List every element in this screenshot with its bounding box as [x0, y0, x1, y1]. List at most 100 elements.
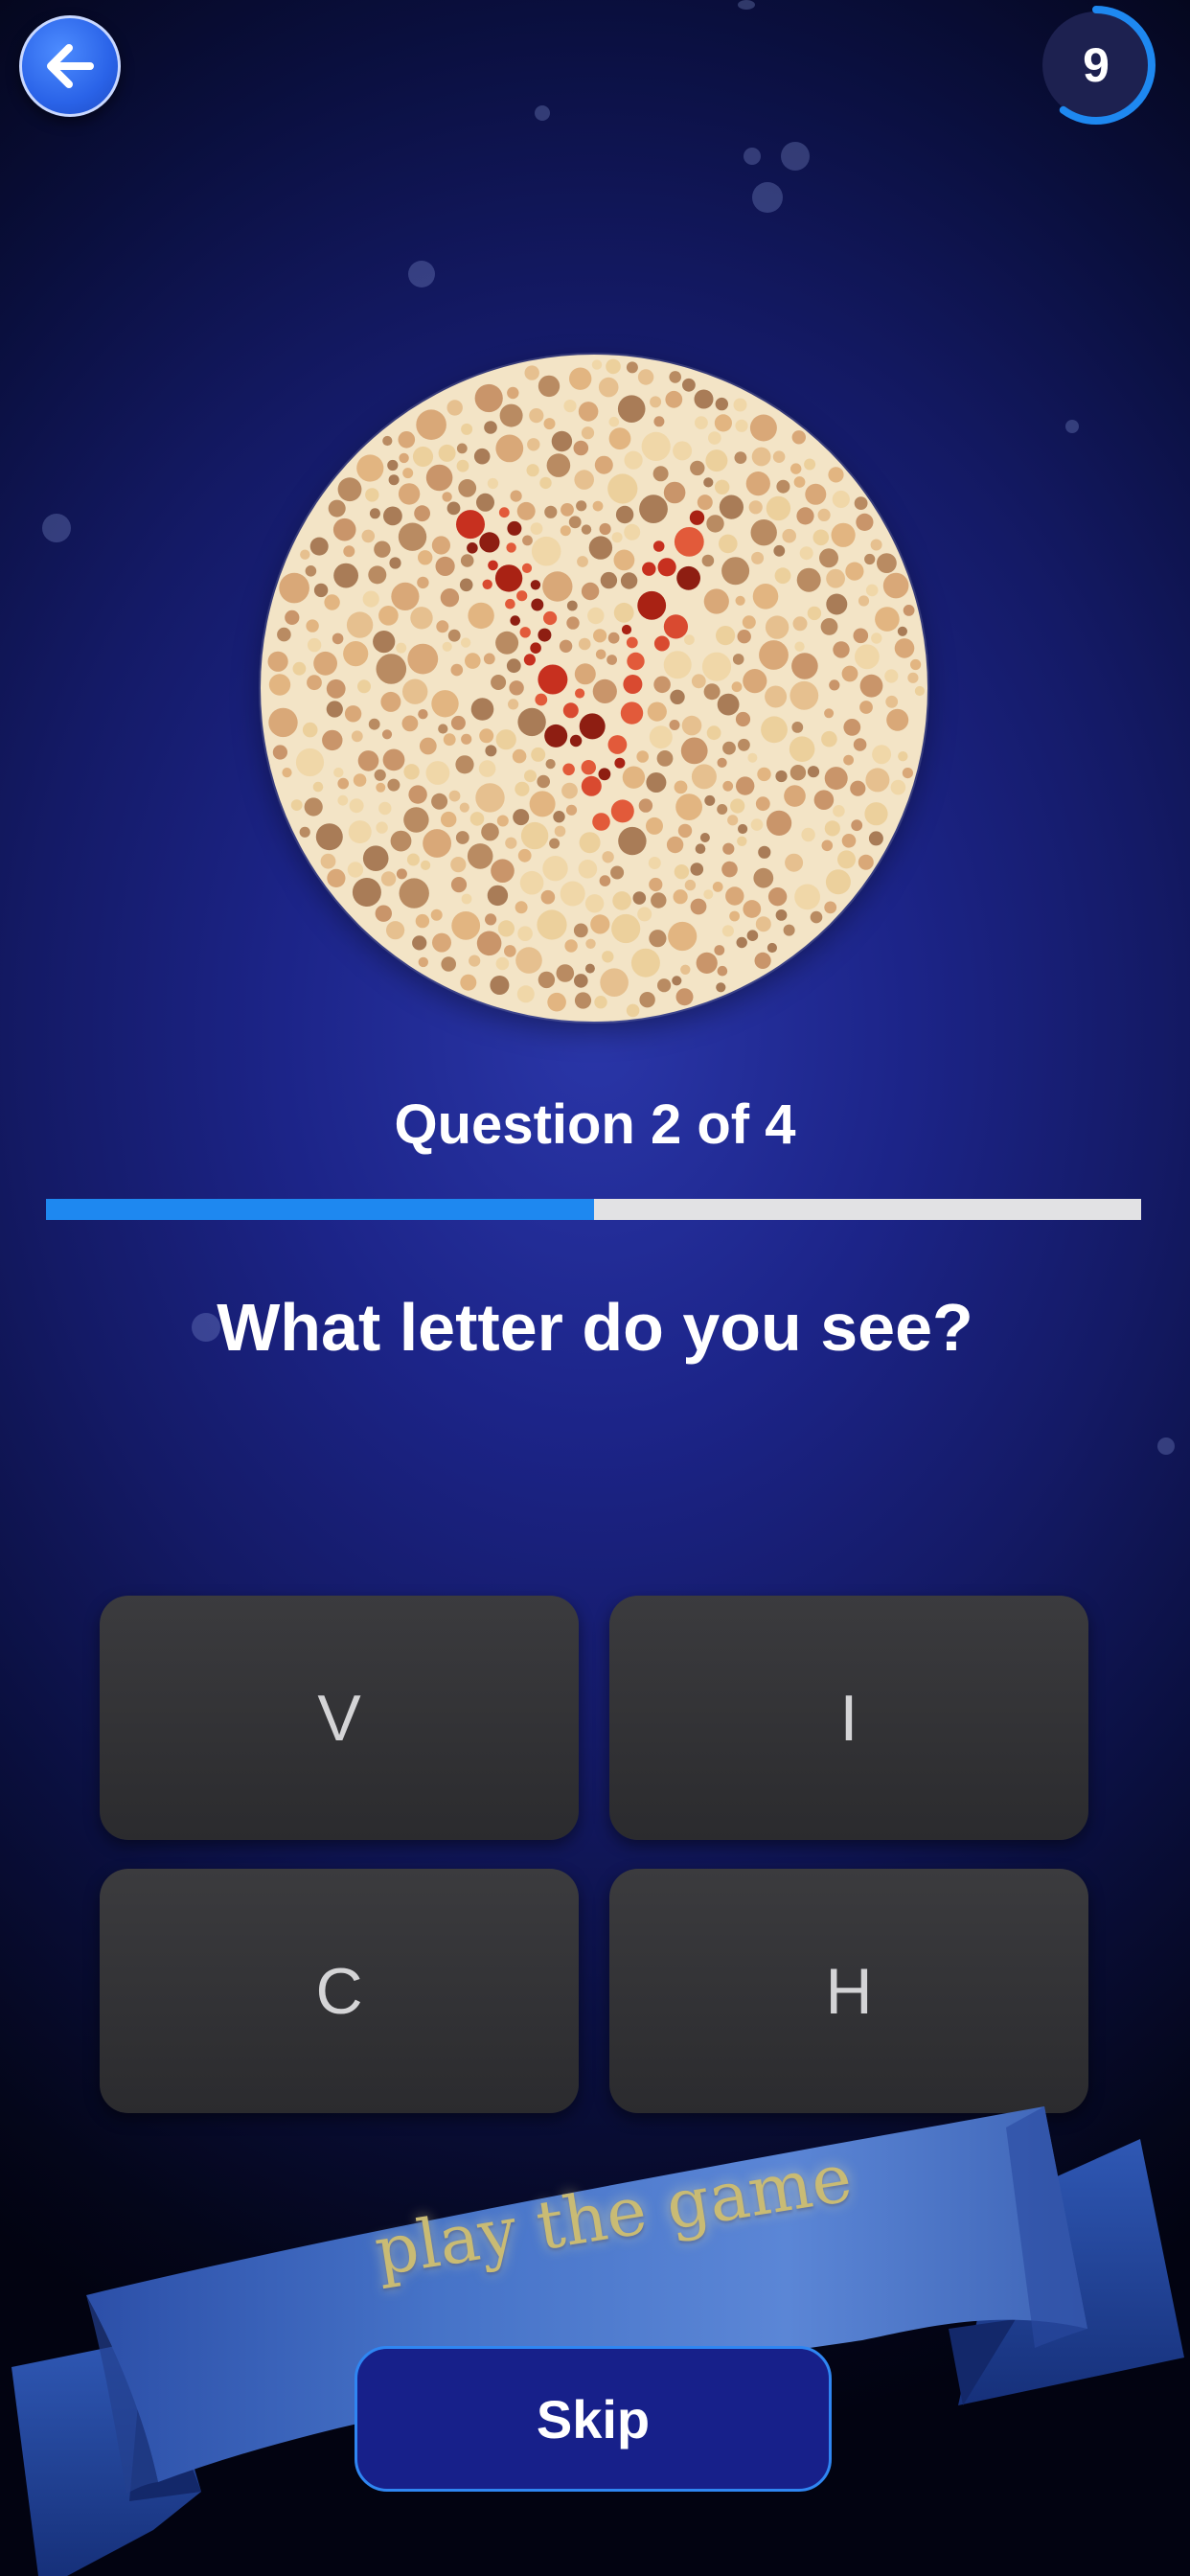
bubble-decoration — [781, 142, 810, 171]
background-dot — [423, 829, 451, 858]
answer-option-c[interactable]: C — [100, 1869, 579, 2113]
background-dot — [782, 528, 796, 543]
background-dot — [826, 568, 845, 588]
background-dot — [832, 490, 850, 509]
background-dot — [309, 537, 329, 556]
skip-button[interactable]: Skip — [355, 2346, 832, 2492]
background-dot — [408, 785, 427, 804]
background-dot — [612, 891, 631, 910]
background-dot — [374, 769, 386, 781]
background-dot — [590, 914, 610, 934]
background-dot — [569, 367, 592, 390]
background-dot — [639, 992, 655, 1008]
background-dot — [461, 893, 472, 905]
background-dot — [717, 757, 727, 768]
background-dot — [442, 492, 452, 502]
background-dot — [322, 729, 343, 751]
background-dot — [584, 963, 595, 974]
background-dot — [450, 857, 467, 873]
background-dot — [772, 450, 786, 463]
background-dot — [721, 925, 734, 937]
background-dot — [410, 607, 433, 630]
plate-dots — [267, 358, 926, 1018]
background-dot — [398, 522, 427, 551]
background-dot — [538, 375, 561, 398]
answer-option-h[interactable]: H — [609, 1869, 1088, 2113]
background-dot — [510, 490, 522, 502]
background-dot — [864, 802, 888, 826]
background-dot — [751, 551, 765, 564]
background-dot — [468, 602, 494, 630]
background-dot — [347, 862, 364, 878]
background-dot — [368, 718, 380, 730]
answer-option-v[interactable]: V — [100, 1596, 579, 1840]
background-dot — [268, 707, 298, 738]
background-dot — [479, 728, 494, 744]
background-dot — [306, 619, 319, 632]
background-dot — [691, 764, 717, 790]
background-dot — [841, 665, 858, 682]
background-dot — [821, 730, 837, 748]
answer-option-i[interactable]: I — [609, 1596, 1088, 1840]
background-dot — [674, 780, 688, 794]
background-dot — [382, 748, 405, 771]
background-dot — [646, 816, 663, 835]
background-dot — [563, 400, 577, 413]
ribbon-banner — [0, 2089, 1190, 2576]
background-dot — [761, 716, 788, 744]
background-dot — [754, 952, 771, 970]
background-dot — [593, 629, 607, 643]
background-dot — [717, 804, 728, 815]
background-dot — [730, 798, 745, 814]
background-dot — [719, 534, 738, 554]
background-dot — [460, 637, 471, 648]
background-dot — [333, 767, 344, 778]
background-dot — [666, 836, 684, 854]
background-dot — [399, 878, 429, 908]
background-dot — [611, 532, 623, 543]
background-dot — [600, 968, 629, 997]
background-dot — [526, 464, 539, 477]
background-dot — [357, 679, 371, 694]
figure-dot — [538, 628, 552, 642]
figure-dot — [689, 510, 705, 525]
figure-dot — [516, 590, 528, 602]
bubble-decoration — [1157, 1438, 1175, 1455]
background-dot — [759, 640, 789, 670]
background-dot — [653, 676, 671, 694]
back-button[interactable] — [19, 15, 121, 117]
background-dot — [440, 588, 460, 608]
background-dot — [695, 843, 706, 854]
figure-dot — [494, 564, 523, 592]
background-dot — [732, 654, 744, 665]
background-dot — [824, 767, 848, 791]
background-dot — [425, 464, 453, 492]
background-dot — [391, 582, 420, 610]
background-dot — [670, 689, 685, 704]
background-dot — [821, 840, 834, 852]
background-dot — [561, 782, 578, 799]
background-dot — [418, 550, 433, 565]
background-dot — [487, 885, 509, 907]
background-dot — [447, 629, 461, 642]
background-dot — [606, 358, 621, 375]
background-dot — [587, 607, 605, 625]
figure-dot — [507, 520, 522, 536]
background-dot — [898, 751, 908, 762]
background-dot — [617, 395, 646, 423]
background-dot — [272, 745, 287, 760]
background-dot — [828, 467, 844, 483]
background-dot — [903, 605, 915, 616]
background-dot — [638, 798, 653, 813]
figure-dot — [657, 558, 676, 577]
background-dot — [403, 807, 429, 833]
background-dot — [455, 755, 474, 774]
background-dot — [292, 661, 307, 676]
background-dot — [626, 1003, 640, 1018]
background-dot — [401, 715, 419, 732]
background-dot — [716, 626, 736, 646]
background-dot — [455, 831, 469, 844]
background-dot — [515, 901, 528, 914]
background-dot — [496, 815, 509, 827]
background-dot — [872, 745, 892, 765]
